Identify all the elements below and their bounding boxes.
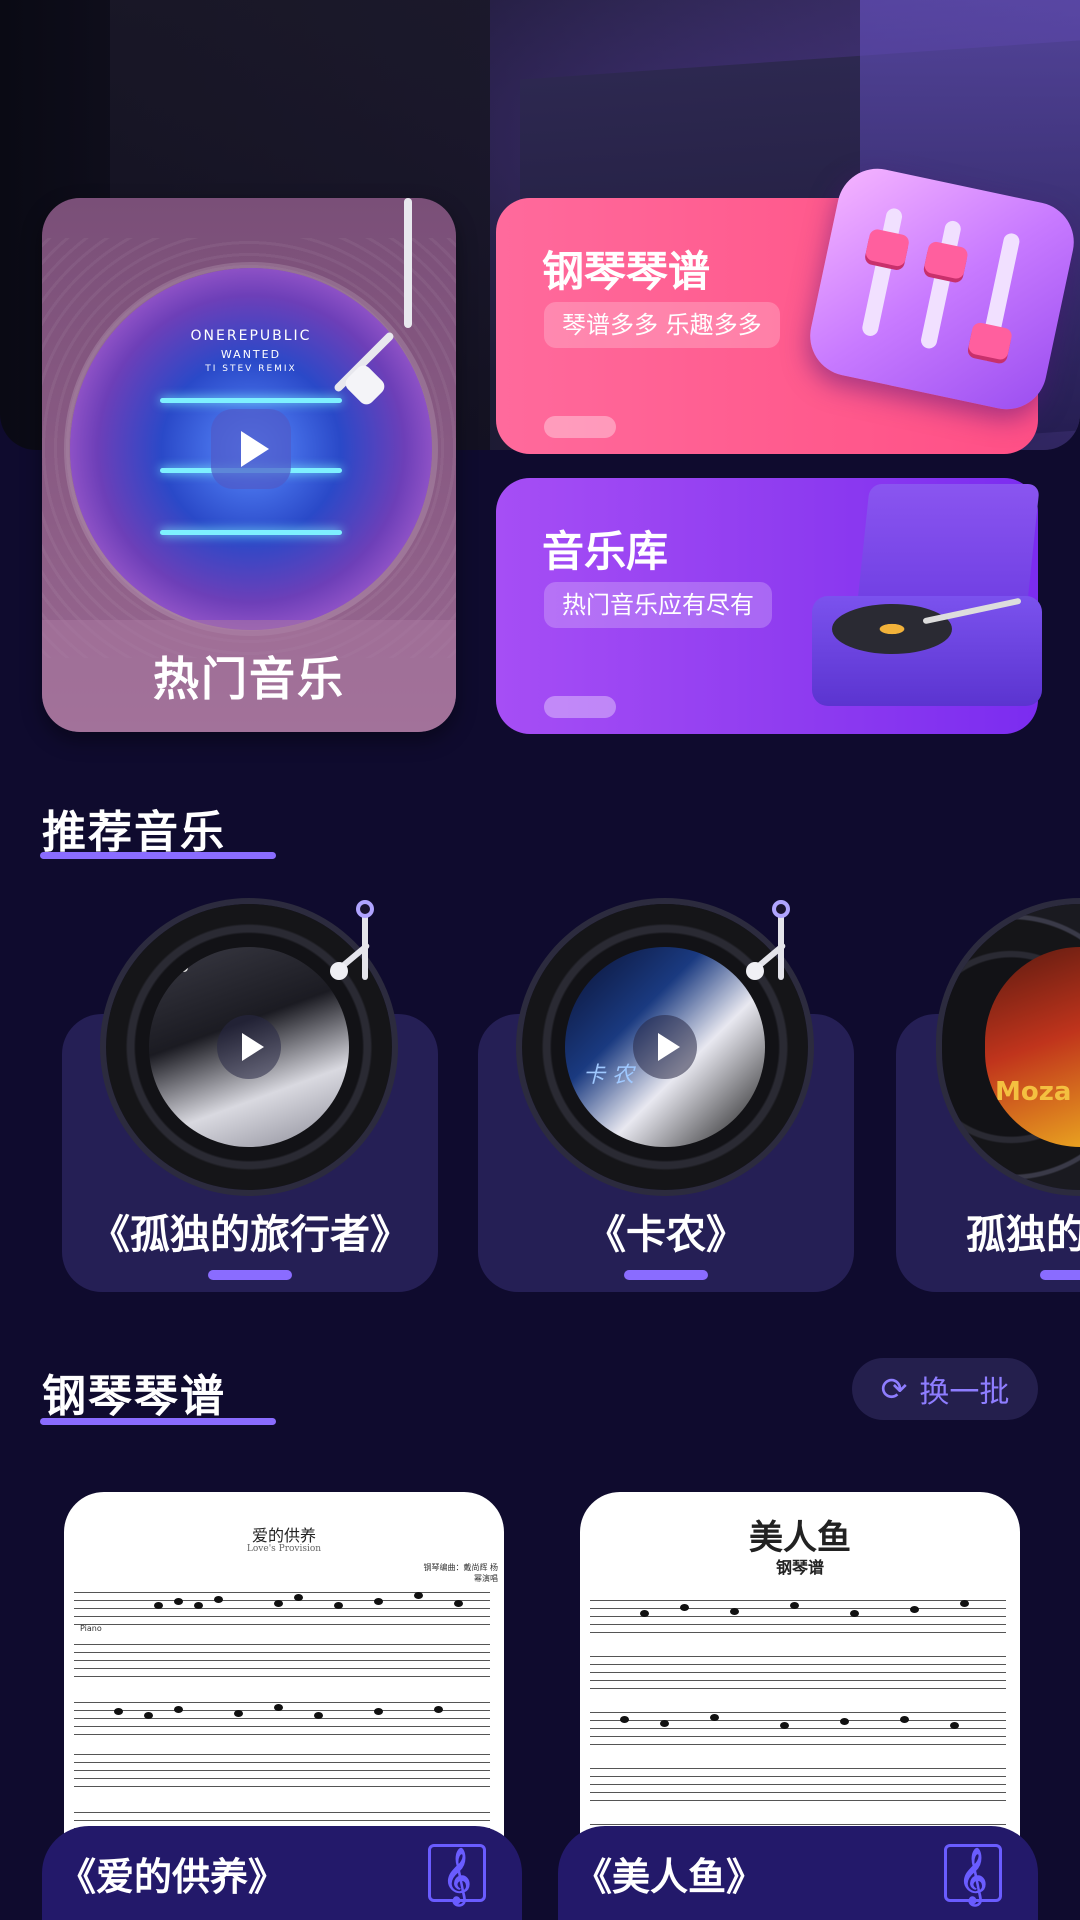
hot-music-label: 热门音乐 (42, 620, 456, 732)
section-underline (40, 852, 276, 859)
play-icon[interactable] (211, 409, 291, 489)
recommend-title: 《卡农》 (586, 1212, 746, 1258)
recommend-section-title: 推荐音乐 (42, 807, 226, 858)
music-library-card[interactable]: 音乐库 热门音乐应有尽有 (496, 478, 1042, 734)
play-icon[interactable] (217, 1015, 281, 1079)
record-player-icon (812, 478, 1052, 728)
recommend-title: 孤独的 (966, 1212, 1080, 1258)
piano-sheets-card[interactable]: 钢琴琴谱 琴谱多多 乐趣多多 (496, 161, 1080, 454)
play-icon[interactable] (633, 1015, 697, 1079)
sheet-sub: 钢琴谱 (775, 1558, 824, 1577)
hot-music-card[interactable]: ONEREPUBLIC WANTED TI STEV REMIX 热门音乐 (42, 198, 456, 732)
tonearm-pivot (356, 900, 374, 918)
cover-sub: TI STEV REMIX (205, 364, 297, 374)
mixer-knob (967, 321, 1014, 361)
recommend-indicator (208, 1270, 292, 1280)
tonearm-pivot (772, 900, 790, 918)
tonearm-head (330, 962, 348, 980)
recommend-title: 《孤独的旅行者》 (90, 1212, 410, 1258)
refresh-button[interactable]: ⟳ 换一批 (852, 1358, 1038, 1420)
recommend-cover: Moza (985, 947, 1080, 1147)
sheet-title-bar[interactable]: 《爱的供养》 𝄞 (42, 1826, 522, 1920)
recommend-indicator (1040, 1270, 1080, 1280)
mixer-knob (864, 227, 911, 268)
sheet-title: 《美人鱼》 (574, 1854, 765, 1899)
tonearm-icon (404, 198, 412, 328)
sheet-instrument: Piano (80, 1624, 102, 1633)
cover-text: 15 (169, 957, 190, 976)
sheet-heading: 爱的供养 (251, 1526, 316, 1545)
neon-band (160, 530, 342, 535)
mixer-slot (919, 219, 963, 350)
piano-card-tag: 琴谱多多 乐趣多多 (544, 302, 780, 348)
neon-band (160, 398, 342, 403)
refresh-label: 换一批 (919, 1375, 1010, 1410)
card-pill (544, 416, 616, 438)
recommend-disc: 卡 农 (522, 904, 808, 1190)
mixer-slot (860, 206, 904, 338)
sheet-title-bar[interactable]: 《美人鱼》 𝄞 (558, 1826, 1038, 1920)
cover-text: 卡 农 (583, 1063, 634, 1088)
library-card-title: 音乐库 (542, 527, 669, 576)
sheet-heading: 美人鱼 (749, 1518, 851, 1558)
piano-card-title: 钢琴琴谱 (542, 247, 711, 296)
library-card-tag: 热门音乐应有尽有 (544, 582, 772, 628)
recommend-indicator (624, 1270, 708, 1280)
section-underline (40, 1418, 276, 1425)
recommend-disc: 15 (106, 904, 392, 1190)
sheet-title: 《爱的供养》 (58, 1854, 287, 1899)
music-score-icon: 𝄞 (428, 1844, 486, 1904)
card-pill (544, 696, 616, 718)
sheet-sub: Love's Provision (246, 1544, 322, 1554)
sheet-credits: 钢琴编曲：戴尚辉 杨幂演唱 (423, 1563, 498, 1583)
player-vinyl (832, 604, 952, 654)
refresh-icon: ⟳ (880, 1370, 908, 1408)
hot-music-cover: ONEREPUBLIC WANTED TI STEV REMIX (70, 268, 432, 630)
tonearm-head (746, 962, 764, 980)
mixer-knob (923, 240, 969, 281)
cover-text: Moza (995, 1077, 1072, 1107)
sheets-section-title: 钢琴琴谱 (42, 1371, 226, 1422)
music-score-icon: 𝄞 (944, 1844, 1002, 1904)
